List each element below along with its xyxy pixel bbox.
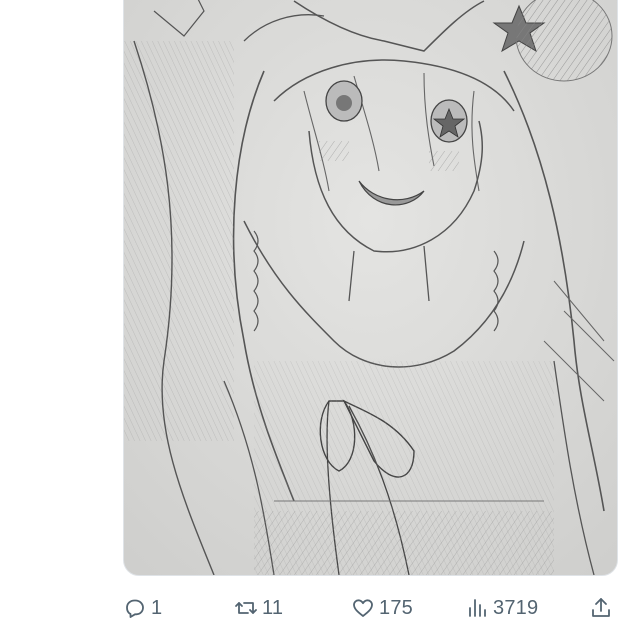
- post-media-image[interactable]: [123, 0, 618, 576]
- analytics-icon: [469, 599, 486, 617]
- view-count: 3719: [493, 596, 539, 619]
- heart-icon: [353, 599, 373, 617]
- share-button[interactable]: [589, 594, 613, 622]
- repost-icon: [235, 602, 257, 614]
- pencil-sketch-illustration: [124, 0, 617, 575]
- reply-icon: [126, 599, 144, 618]
- repost-button[interactable]: 11: [234, 594, 283, 622]
- like-count: 175: [379, 596, 413, 619]
- like-button[interactable]: 175: [351, 594, 413, 622]
- repost-count: 11: [262, 596, 284, 619]
- post-action-bar: 1 11 175 3719: [123, 588, 616, 628]
- share-icon: [592, 598, 610, 617]
- reply-button[interactable]: 1: [123, 594, 162, 622]
- reply-count: 1: [151, 596, 163, 619]
- views-button[interactable]: 3719: [465, 594, 538, 622]
- post-container: 1 11 175 3719: [0, 0, 640, 631]
